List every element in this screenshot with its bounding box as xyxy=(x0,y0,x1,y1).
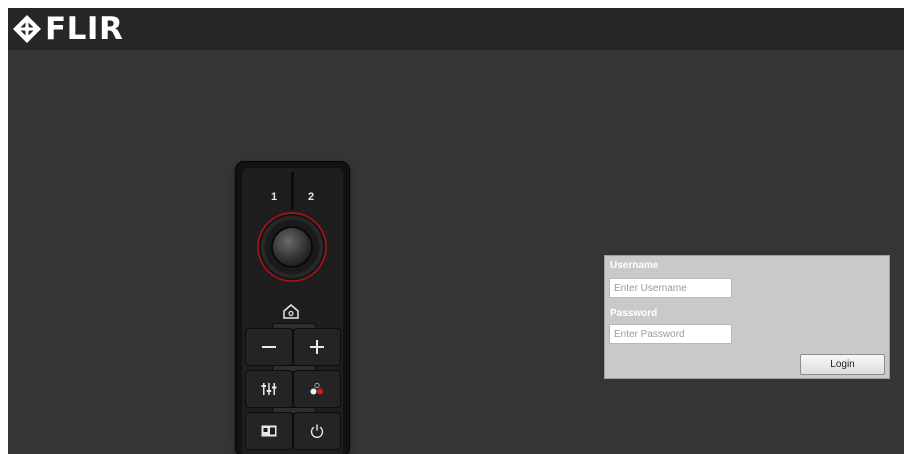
joystick-ring xyxy=(257,212,327,282)
logo-text: FLIR xyxy=(45,11,124,47)
zoom-in-button[interactable] xyxy=(293,328,341,366)
palette-button[interactable] xyxy=(293,370,341,408)
plus-icon xyxy=(310,340,324,354)
home-icon[interactable] xyxy=(282,302,300,320)
zoom-out-button[interactable] xyxy=(245,328,293,366)
picture-in-picture-icon xyxy=(261,425,277,437)
joystick-knob[interactable] xyxy=(273,228,311,266)
top-bar: FLIR xyxy=(8,8,904,50)
power-button[interactable] xyxy=(293,412,341,450)
joystick-remote: 1 2 xyxy=(236,162,349,454)
flir-diamond-icon xyxy=(13,15,41,43)
adjust-sliders-icon xyxy=(261,383,277,395)
pip-button[interactable] xyxy=(245,412,293,450)
minus-icon xyxy=(262,346,276,348)
login-panel: Username Password Login xyxy=(604,255,890,379)
palette-icon xyxy=(310,382,323,395)
password-label: Password xyxy=(610,308,658,319)
remote-body: 1 2 xyxy=(242,168,343,454)
adjust-button[interactable] xyxy=(245,370,293,408)
password-input[interactable] xyxy=(609,324,732,344)
username-label: Username xyxy=(610,260,659,271)
login-button[interactable]: Login xyxy=(800,354,885,375)
flir-logo: FLIR xyxy=(12,11,123,47)
power-icon xyxy=(310,424,324,438)
app-frame: FLIR 1 2 Username Enter Username Passwor… xyxy=(8,8,904,454)
preset-1-button[interactable]: 1 xyxy=(271,191,277,203)
username-input[interactable] xyxy=(609,278,732,298)
remote-top-divider xyxy=(291,172,294,210)
preset-2-button[interactable]: 2 xyxy=(308,191,314,203)
